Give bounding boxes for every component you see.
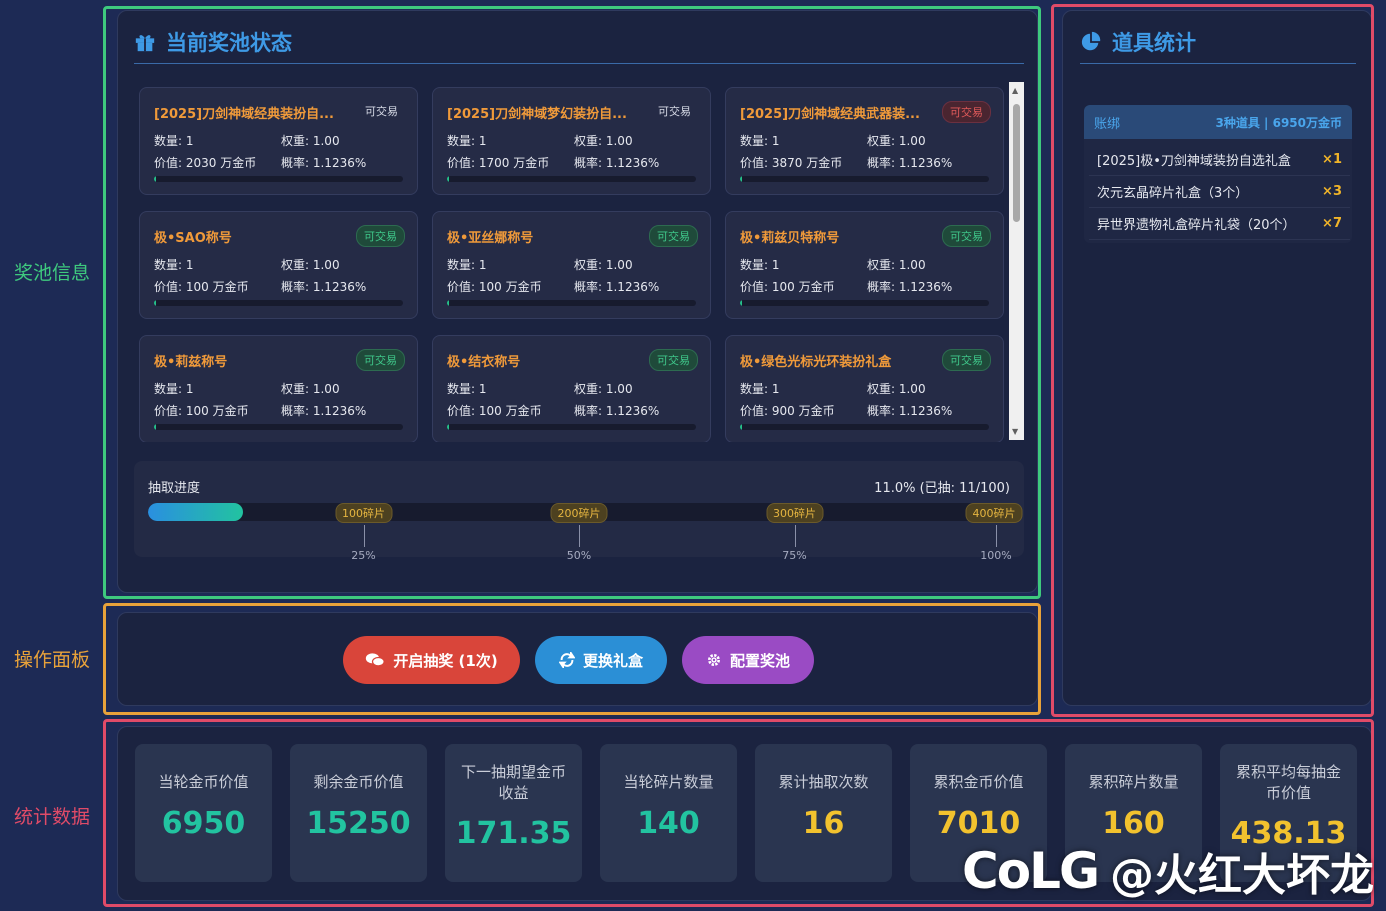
watermark-logo: CoLG <box>962 842 1100 900</box>
operations-frame <box>103 603 1041 715</box>
watermark-handle: @火红大坏龙 <box>1110 850 1374 901</box>
item-stats-frame <box>1051 4 1374 717</box>
side-label-operations: 操作面板 <box>13 649 90 671</box>
watermark: CoLG @火红大坏龙 <box>962 839 1374 903</box>
pool-info-frame <box>103 6 1041 599</box>
side-label-pool-info: 奖池信息 <box>13 262 90 284</box>
side-label-statistics: 统计数据 <box>13 806 90 828</box>
